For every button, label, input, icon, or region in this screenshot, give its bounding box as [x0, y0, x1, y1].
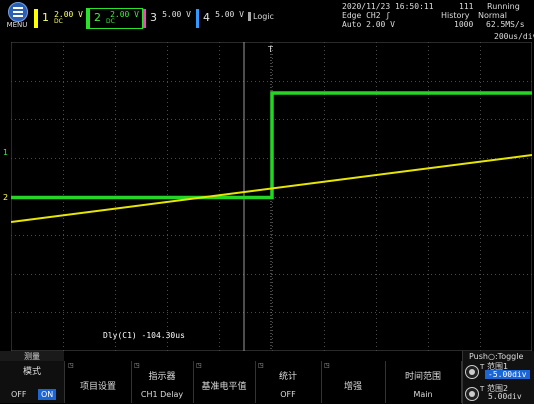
range-1-value[interactable]: -5.00div: [485, 370, 530, 379]
acquisition-count: 111: [459, 2, 474, 11]
channel-3-indicator[interactable]: 3 5.00 V: [143, 9, 194, 28]
enhance-title: 增强: [343, 382, 362, 392]
items-setup-softkey[interactable]: ◳ 项目设置: [65, 361, 132, 403]
channel-2-indicator[interactable]: 2 DC 2.00 V: [86, 8, 143, 29]
channel-3-scale: 5.00 V: [162, 10, 191, 19]
submenu-arrow-icon: ◳: [68, 362, 74, 369]
record-length: 1000: [454, 20, 474, 29]
acquisition-mode[interactable]: Normal: [478, 11, 507, 20]
measure-menu-title: 测量: [0, 351, 64, 361]
time-range-value: Main: [413, 390, 433, 399]
indicator-value: CH1 Delay: [140, 390, 184, 399]
trigger-info[interactable]: Edge CH2 ʃ: [342, 11, 390, 20]
mode-title: 模式: [22, 367, 41, 377]
reference-level-title: 基准电平值: [201, 382, 247, 392]
softkey-bar: 测量 模式 OFF ON ◳ 项目设置 ◳ 指示器 CH1 Delay ◳ 基准…: [0, 351, 534, 404]
submenu-arrow-icon: ◳: [324, 362, 330, 369]
trigger-position-marker: T: [267, 45, 273, 54]
indicator-softkey[interactable]: ◳ 指示器 CH1 Delay: [131, 361, 194, 403]
menu-icon: [8, 2, 28, 22]
time-icon: T: [480, 385, 485, 393]
push-toggle-hint: Push○:Toggle: [469, 352, 524, 361]
time-range-title: 时间范围: [404, 372, 441, 382]
trigger-level[interactable]: Auto 2.00 V: [342, 20, 395, 29]
datetime: 2020/11/23 16:50:11: [342, 2, 434, 11]
channel-1-number: 1: [42, 11, 49, 24]
run-status: Running: [487, 2, 520, 11]
waveform-display[interactable]: T: [11, 42, 532, 351]
indicator-title: 指示器: [148, 372, 176, 382]
status-header: MENU 1 DC 2.00 V 2 DC 2.00 V 3 5.00 V 4 …: [0, 0, 534, 41]
range-1-knob-icon[interactable]: [465, 365, 479, 379]
submenu-arrow-icon: ◳: [134, 362, 140, 369]
mode-softkey[interactable]: 模式 OFF ON: [0, 361, 65, 403]
range-2-value[interactable]: 5.00div: [485, 392, 525, 401]
channel-1-level-marker[interactable]: 1: [3, 148, 8, 157]
timebase[interactable]: 200us/div: [494, 32, 534, 41]
time-icon: T: [480, 363, 485, 371]
sample-rate: 62.5MS/s: [486, 20, 525, 29]
channel-1-coupling: DC: [54, 18, 63, 25]
submenu-arrow-icon: ◳: [196, 362, 202, 369]
items-setup-title: 项目设置: [79, 382, 116, 392]
channel-4-indicator[interactable]: 4 5.00 V: [196, 9, 247, 28]
menu-label: MENU: [6, 21, 28, 29]
channel-1-indicator[interactable]: 1 DC 2.00 V: [34, 9, 86, 28]
reference-level-softkey[interactable]: ◳ 基准电平值: [193, 361, 256, 403]
channel-2-coupling: DC: [106, 18, 115, 25]
range-2-knob-icon[interactable]: [465, 387, 479, 401]
channel-4-number: 4: [203, 11, 210, 24]
logic-indicator[interactable]: Logic: [248, 12, 274, 21]
delay-measurement: Dly(C1) -104.30us: [103, 331, 185, 340]
mode-off-option[interactable]: OFF: [8, 389, 30, 400]
channel-2-scale: 2.00 V: [110, 10, 139, 19]
statistics-title: 统计: [278, 372, 297, 382]
time-range-softkey[interactable]: 时间范围 Main: [385, 361, 462, 403]
channel-1-scale: 2.00 V: [54, 10, 83, 19]
channel-2-level-marker[interactable]: 2: [3, 193, 8, 202]
mode-on-option[interactable]: ON: [38, 389, 57, 400]
menu-button[interactable]: MENU: [3, 2, 31, 30]
channel-3-number: 3: [150, 11, 157, 24]
channel-2-number: 2: [94, 11, 101, 24]
enhance-softkey[interactable]: ◳ 增强: [321, 361, 386, 403]
submenu-arrow-icon: ◳: [258, 362, 264, 369]
history-label[interactable]: History: [441, 11, 469, 20]
range-knob-panel: Push○:Toggle T 范围1 -5.00div T 范围2 5.00di…: [462, 351, 534, 404]
statistics-softkey[interactable]: ◳ 统计 OFF: [255, 361, 322, 403]
channel-4-scale: 5.00 V: [215, 10, 244, 19]
statistics-value: OFF: [280, 390, 296, 399]
